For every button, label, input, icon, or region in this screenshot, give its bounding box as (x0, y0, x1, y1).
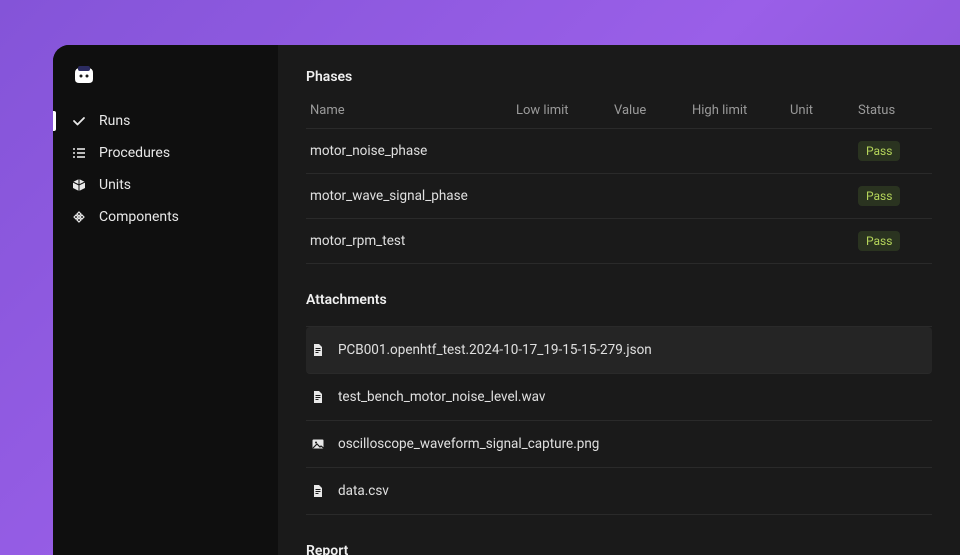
attachment-name: test_bench_motor_noise_level.wav (338, 389, 545, 405)
report-section: Report (306, 543, 932, 555)
col-value: Value (614, 103, 684, 118)
image-icon (310, 436, 326, 452)
attachment-item[interactable]: data.csv (306, 468, 932, 515)
nav-item-runs[interactable]: Runs (53, 105, 278, 137)
nav-item-label: Units (99, 177, 131, 193)
attachments-list: PCB001.openhtf_test.2024-10-17_19-15-15-… (306, 326, 932, 515)
status-badge: Pass (858, 141, 900, 161)
nav-item-label: Procedures (99, 145, 170, 161)
col-status: Status (858, 103, 928, 118)
attachment-item[interactable]: test_bench_motor_noise_level.wav (306, 374, 932, 421)
sidebar: Runs Procedures Units Components (53, 45, 278, 555)
attachment-name: data.csv (338, 483, 389, 499)
cell-status: Pass (858, 186, 928, 206)
cell-name: motor_noise_phase (310, 143, 508, 159)
col-low-limit: Low limit (516, 103, 606, 118)
col-high-limit: High limit (692, 103, 782, 118)
attachment-name: oscilloscope_waveform_signal_capture.png (338, 436, 599, 452)
table-row[interactable]: motor_wave_signal_phase Pass (306, 174, 932, 219)
file-icon (310, 342, 326, 358)
check-icon (71, 113, 87, 129)
report-title: Report (306, 543, 932, 555)
col-unit: Unit (790, 103, 850, 118)
nav-item-components[interactable]: Components (53, 201, 278, 233)
file-icon (310, 483, 326, 499)
table-row[interactable]: motor_noise_phase Pass (306, 129, 932, 174)
attachments-section: Attachments PCB001.openhtf_test.2024-10-… (306, 292, 932, 515)
table-row[interactable]: motor_rpm_test Pass (306, 219, 932, 264)
status-badge: Pass (858, 231, 900, 251)
app-logo (71, 63, 97, 87)
components-icon (71, 209, 87, 225)
main-content: Phases Name Low limit Value High limit U… (278, 45, 960, 555)
attachment-item[interactable]: PCB001.openhtf_test.2024-10-17_19-15-15-… (306, 327, 932, 374)
attachments-title: Attachments (306, 292, 932, 308)
col-name: Name (310, 103, 508, 118)
cell-status: Pass (858, 141, 928, 161)
attachment-item[interactable]: oscilloscope_waveform_signal_capture.png (306, 421, 932, 468)
file-icon (310, 389, 326, 405)
nav-item-label: Runs (99, 113, 130, 129)
cell-status: Pass (858, 231, 928, 251)
phases-table-header: Name Low limit Value High limit Unit Sta… (306, 103, 932, 129)
cube-icon (71, 177, 87, 193)
phases-title: Phases (306, 69, 932, 85)
attachment-name: PCB001.openhtf_test.2024-10-17_19-15-15-… (338, 342, 652, 358)
list-icon (71, 145, 87, 161)
nav-item-procedures[interactable]: Procedures (53, 137, 278, 169)
app-window: Runs Procedures Units Components Phases Nam… (53, 45, 960, 555)
cell-name: motor_rpm_test (310, 233, 508, 249)
phases-table: Name Low limit Value High limit Unit Sta… (306, 103, 932, 264)
cell-name: motor_wave_signal_phase (310, 188, 508, 204)
nav-item-label: Components (99, 209, 179, 225)
status-badge: Pass (858, 186, 900, 206)
nav-item-units[interactable]: Units (53, 169, 278, 201)
phases-section: Phases Name Low limit Value High limit U… (306, 69, 932, 264)
